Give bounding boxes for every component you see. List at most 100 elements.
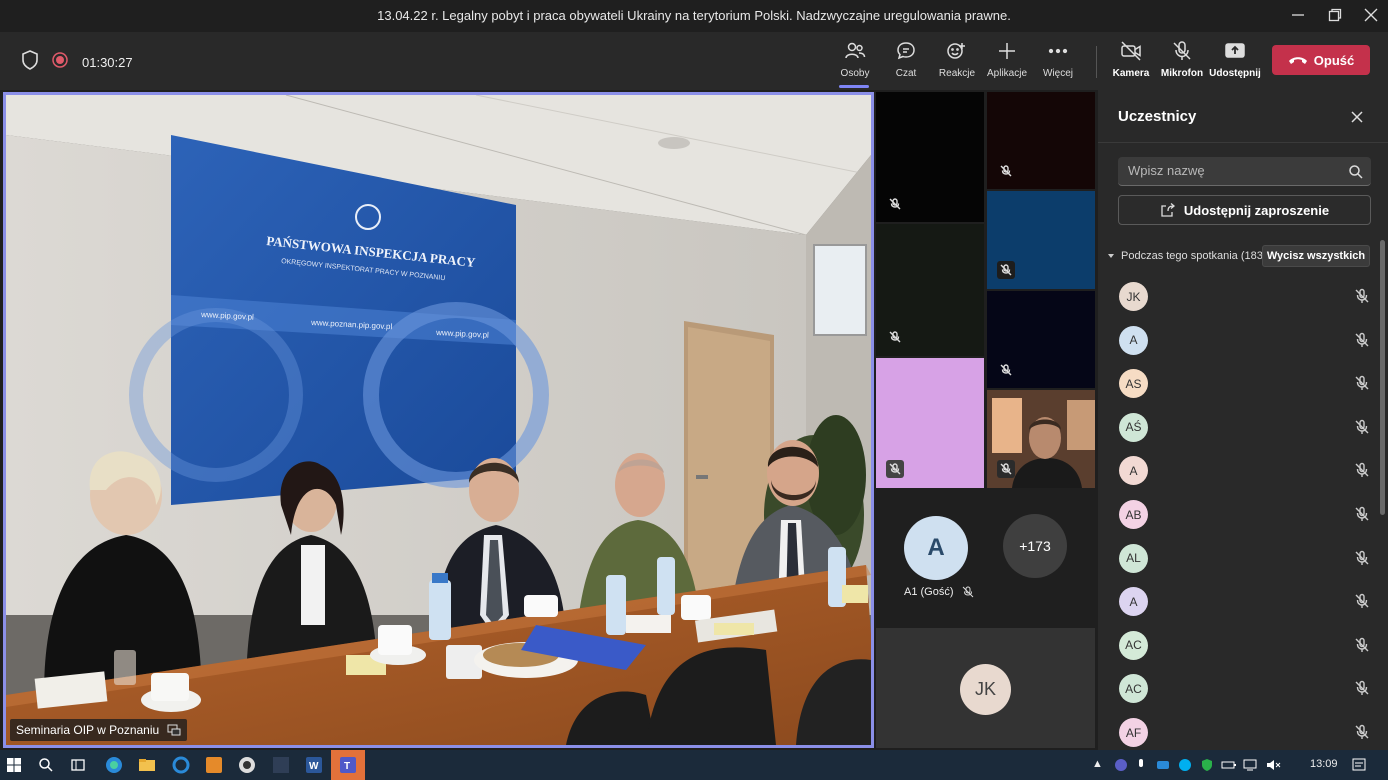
share-button[interactable]: Udostępnij: [1207, 40, 1263, 86]
participant-row[interactable]: AŚ: [1098, 406, 1378, 446]
avatar: AC: [1119, 630, 1148, 660]
chat-button[interactable]: Czat: [878, 40, 934, 86]
participant-tile-jk[interactable]: JK: [876, 628, 1095, 748]
participant-row[interactable]: AC: [1098, 667, 1378, 707]
mic-off-icon[interactable]: [1354, 462, 1370, 478]
app-icon: [273, 757, 289, 773]
restore-icon: [1328, 8, 1342, 22]
task-view-icon: [71, 759, 85, 771]
more-button[interactable]: Więcej: [1030, 40, 1086, 86]
recording-icon: [52, 52, 68, 73]
avatar: JK: [960, 664, 1011, 715]
search-input[interactable]: [1128, 163, 1338, 178]
mic-off-icon[interactable]: [1354, 375, 1370, 391]
participant-row[interactable]: A: [1098, 580, 1378, 620]
teams-icon: T: [340, 757, 356, 773]
close-panel-button[interactable]: [1346, 106, 1368, 128]
ie-app[interactable]: [170, 754, 192, 776]
word-app[interactable]: W: [303, 754, 325, 776]
tray-app-icon[interactable]: [1152, 754, 1174, 776]
mic-off-icon[interactable]: [1354, 419, 1370, 435]
divider: [1098, 142, 1388, 143]
scrollbar[interactable]: [1380, 240, 1385, 515]
mic-off-icon: [997, 460, 1015, 478]
edge-icon: [106, 757, 122, 773]
avatar: A: [1119, 325, 1148, 355]
tray-chevron-up-icon[interactable]: ▲: [1092, 758, 1103, 770]
featured-avatar[interactable]: A: [904, 516, 968, 580]
participant-tile[interactable]: [987, 291, 1095, 388]
apps-button[interactable]: Aplikacje: [979, 40, 1035, 86]
chat-icon: [897, 42, 915, 60]
toolbar-divider: [1096, 46, 1097, 78]
share-icon: [1161, 203, 1175, 217]
people-button[interactable]: Osoby: [827, 40, 883, 88]
participant-row[interactable]: A: [1098, 449, 1378, 489]
camera-button[interactable]: Kamera: [1103, 40, 1159, 86]
section-header[interactable]: Podczas tego spotkania (183): [1106, 250, 1267, 262]
tray-mic-icon[interactable]: [1130, 754, 1152, 776]
taskbar-clock[interactable]: 13:09: [1310, 758, 1338, 770]
search-icon[interactable]: [1348, 164, 1364, 180]
mic-off-icon[interactable]: [1354, 288, 1370, 304]
restore-button[interactable]: [1320, 4, 1350, 26]
teams-app[interactable]: T: [331, 750, 365, 780]
stage-caption: Seminaria OIP w Poznaniu: [10, 719, 188, 741]
participant-row[interactable]: AB: [1098, 493, 1378, 533]
search-icon: [39, 758, 53, 772]
search-taskbar-button[interactable]: [35, 754, 57, 776]
participant-row[interactable]: AS: [1098, 362, 1378, 402]
leave-button[interactable]: Opuść: [1272, 45, 1370, 75]
app-orange[interactable]: [203, 754, 225, 776]
participant-row[interactable]: AL: [1098, 537, 1378, 577]
mic-off-icon[interactable]: [1354, 506, 1370, 522]
more-icon: [1048, 48, 1068, 54]
tray-skype-icon[interactable]: [1174, 754, 1196, 776]
close-icon: [1364, 8, 1378, 22]
mic-off-icon[interactable]: [1354, 724, 1370, 740]
window-title: 13.04.22 r. Legalny pobyt i praca obywat…: [377, 8, 1011, 23]
tray-shield-icon[interactable]: [1196, 754, 1218, 776]
minimize-button[interactable]: [1283, 4, 1313, 26]
mic-off-icon[interactable]: [1354, 593, 1370, 609]
notifications-button[interactable]: [1348, 754, 1370, 776]
tray-volume-icon[interactable]: [1262, 754, 1284, 776]
participant-row[interactable]: AC: [1098, 624, 1378, 664]
participant-tile[interactable]: [876, 358, 984, 488]
mic-off-icon[interactable]: [1354, 637, 1370, 653]
participant-tile[interactable]: [987, 92, 1095, 189]
shield-icon[interactable]: [20, 49, 40, 76]
mic-button[interactable]: Mikrofon: [1154, 40, 1210, 86]
participant-tile-video[interactable]: [987, 390, 1095, 488]
app-dark[interactable]: [270, 754, 292, 776]
edge-app[interactable]: [103, 754, 125, 776]
mic-off-icon[interactable]: [1354, 332, 1370, 348]
share-invite-button[interactable]: Udostępnij zaproszenie: [1118, 195, 1371, 225]
participant-tile[interactable]: [876, 224, 984, 356]
start-button[interactable]: [3, 754, 25, 776]
participant-tile[interactable]: [987, 191, 1095, 289]
participant-row[interactable]: AF: [1098, 711, 1378, 751]
mic-off-icon: [997, 361, 1015, 379]
svg-text:T: T: [344, 761, 350, 772]
mic-off-icon[interactable]: [1354, 550, 1370, 566]
participant-tile[interactable]: [876, 92, 984, 222]
tray-app-icon[interactable]: [1110, 754, 1132, 776]
participant-search[interactable]: [1118, 157, 1371, 186]
mic-off-icon[interactable]: [1354, 680, 1370, 696]
close-window-button[interactable]: [1356, 4, 1386, 26]
overflow-participants-button[interactable]: +173: [1003, 514, 1067, 578]
participant-row[interactable]: A: [1098, 319, 1378, 359]
tray-battery-icon[interactable]: [1218, 754, 1240, 776]
reactions-button[interactable]: Reakcje: [929, 40, 985, 86]
avatar: AS: [1119, 369, 1148, 399]
screen-share-icon: [167, 724, 181, 736]
mute-all-button[interactable]: Wycisz wszystkich: [1262, 245, 1370, 267]
tray-network-icon[interactable]: [1240, 754, 1262, 776]
participant-row[interactable]: JK: [1098, 275, 1378, 315]
file-explorer-app[interactable]: [136, 754, 158, 776]
app-round[interactable]: [236, 754, 258, 776]
conference-room-image: PAŃSTWOWA INSPEKCJA PRACY OKRĘGOWY INSPE…: [6, 95, 871, 745]
task-view-button[interactable]: [67, 754, 89, 776]
main-video-stage[interactable]: PAŃSTWOWA INSPEKCJA PRACY OKRĘGOWY INSPE…: [3, 92, 874, 748]
